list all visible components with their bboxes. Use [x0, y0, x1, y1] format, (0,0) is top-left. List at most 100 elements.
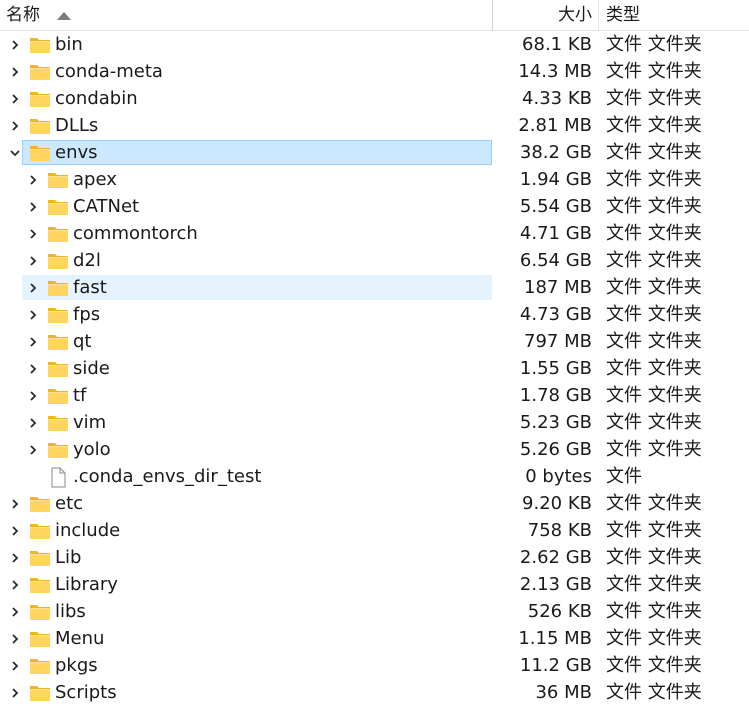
tree-row[interactable]: commontorch 4.71 GB 文件 文件夹: [0, 220, 749, 247]
item-name: .conda_envs_dir_test: [73, 466, 262, 487]
item-type: 文件 文件夹: [606, 682, 702, 703]
item-size: 526 KB: [527, 601, 592, 622]
chevron-right-icon[interactable]: [7, 112, 21, 139]
tree-row[interactable]: libs 526 KB 文件 文件夹: [0, 598, 749, 625]
tree-row[interactable]: .conda_envs_dir_test 0 bytes 文件: [0, 463, 749, 490]
folder-icon: [29, 521, 51, 540]
chevron-right-icon[interactable]: [7, 571, 21, 598]
item-type: 文件 文件夹: [606, 34, 702, 55]
column-header-type[interactable]: 类型: [606, 0, 640, 30]
chevron-right-icon[interactable]: [7, 490, 21, 517]
chevron-right-icon[interactable]: [25, 301, 39, 328]
item-name: d2l: [73, 250, 101, 271]
chevron-down-icon[interactable]: [7, 139, 21, 166]
item-name: DLLs: [55, 115, 99, 136]
tree-row[interactable]: bin 68.1 KB 文件 文件夹: [0, 31, 749, 58]
tree-row[interactable]: yolo 5.26 GB 文件 文件夹: [0, 436, 749, 463]
item-type: 文件 文件夹: [606, 196, 702, 217]
chevron-right-icon[interactable]: [7, 31, 21, 58]
item-name: qt: [73, 331, 92, 352]
chevron-right-icon[interactable]: [7, 625, 21, 652]
row-highlight: [22, 329, 492, 354]
chevron-right-icon[interactable]: [7, 544, 21, 571]
item-size: 11.2 GB: [519, 655, 592, 676]
tree-row[interactable]: side 1.55 GB 文件 文件夹: [0, 355, 749, 382]
item-type: 文件 文件夹: [606, 277, 702, 298]
item-name: include: [55, 520, 121, 541]
folder-icon: [47, 251, 69, 270]
chevron-right-icon[interactable]: [7, 652, 21, 679]
row-highlight: [22, 599, 492, 624]
tree-row[interactable]: include 758 KB 文件 文件夹: [0, 517, 749, 544]
chevron-right-icon[interactable]: [25, 328, 39, 355]
tree-row[interactable]: Library 2.13 GB 文件 文件夹: [0, 571, 749, 598]
item-type: 文件 文件夹: [606, 331, 702, 352]
tree-row[interactable]: d2l 6.54 GB 文件 文件夹: [0, 247, 749, 274]
item-name: yolo: [73, 439, 111, 460]
tree-row[interactable]: Scripts 36 MB 文件 文件夹: [0, 679, 749, 706]
folder-icon: [29, 656, 51, 675]
item-size: 5.23 GB: [519, 412, 592, 433]
chevron-right-icon[interactable]: [25, 382, 39, 409]
chevron-right-icon[interactable]: [25, 436, 39, 463]
chevron-right-icon[interactable]: [7, 598, 21, 625]
chevron-right-icon[interactable]: [25, 274, 39, 301]
column-divider[interactable]: [598, 0, 599, 30]
folder-icon: [47, 359, 69, 378]
tree-row[interactable]: fast 187 MB 文件 文件夹: [0, 274, 749, 301]
folder-icon: [47, 278, 69, 297]
tree-row[interactable]: fps 4.73 GB 文件 文件夹: [0, 301, 749, 328]
item-size: 4.33 KB: [522, 88, 592, 109]
item-size: 36 MB: [535, 682, 592, 703]
tree-row[interactable]: Menu 1.15 MB 文件 文件夹: [0, 625, 749, 652]
tree-row[interactable]: qt 797 MB 文件 文件夹: [0, 328, 749, 355]
folder-icon: [47, 197, 69, 216]
item-name: commontorch: [73, 223, 198, 244]
chevron-right-icon[interactable]: [25, 247, 39, 274]
item-name: Menu: [55, 628, 105, 649]
chevron-right-icon[interactable]: [25, 193, 39, 220]
item-name: CATNet: [73, 196, 140, 217]
column-header-size[interactable]: 大小: [558, 0, 592, 30]
tree-row[interactable]: envs 38.2 GB 文件 文件夹: [0, 139, 749, 166]
folder-icon: [29, 35, 51, 54]
row-highlight: [22, 383, 492, 408]
folder-icon: [29, 143, 51, 162]
tree-row[interactable]: apex 1.94 GB 文件 文件夹: [0, 166, 749, 193]
tree-row[interactable]: CATNet 5.54 GB 文件 文件夹: [0, 193, 749, 220]
item-name: fps: [73, 304, 101, 325]
folder-icon: [29, 629, 51, 648]
chevron-right-icon[interactable]: [25, 355, 39, 382]
item-size: 0 bytes: [525, 466, 592, 487]
chevron-right-icon[interactable]: [7, 679, 21, 706]
item-name: envs: [55, 142, 98, 163]
item-type: 文件 文件夹: [606, 115, 702, 136]
chevron-right-icon[interactable]: [25, 220, 39, 247]
item-type: 文件 文件夹: [606, 412, 702, 433]
chevron-right-icon[interactable]: [25, 409, 39, 436]
tree-row[interactable]: etc 9.20 KB 文件 文件夹: [0, 490, 749, 517]
column-divider[interactable]: [492, 0, 493, 30]
column-header-name[interactable]: 名称: [6, 0, 40, 30]
item-size: 5.54 GB: [519, 196, 592, 217]
chevron-right-icon[interactable]: [7, 58, 21, 85]
chevron-right-icon[interactable]: [7, 85, 21, 112]
folder-icon: [47, 224, 69, 243]
chevron-right-icon[interactable]: [25, 166, 39, 193]
item-size: 187 MB: [524, 277, 592, 298]
tree-row[interactable]: vim 5.23 GB 文件 文件夹: [0, 409, 749, 436]
row-highlight: [22, 491, 492, 516]
tree-row[interactable]: tf 1.78 GB 文件 文件夹: [0, 382, 749, 409]
item-type: 文件 文件夹: [606, 439, 702, 460]
tree-row[interactable]: conda-meta 14.3 MB 文件 文件夹: [0, 58, 749, 85]
row-highlight: [22, 32, 492, 57]
item-type: 文件: [606, 466, 642, 487]
tree-row[interactable]: Lib 2.62 GB 文件 文件夹: [0, 544, 749, 571]
item-size: 38.2 GB: [519, 142, 592, 163]
tree-row[interactable]: DLLs 2.81 MB 文件 文件夹: [0, 112, 749, 139]
tree-row[interactable]: condabin 4.33 KB 文件 文件夹: [0, 85, 749, 112]
item-type: 文件 文件夹: [606, 61, 702, 82]
item-size: 4.71 GB: [519, 223, 592, 244]
chevron-right-icon[interactable]: [7, 517, 21, 544]
tree-row[interactable]: pkgs 11.2 GB 文件 文件夹: [0, 652, 749, 679]
